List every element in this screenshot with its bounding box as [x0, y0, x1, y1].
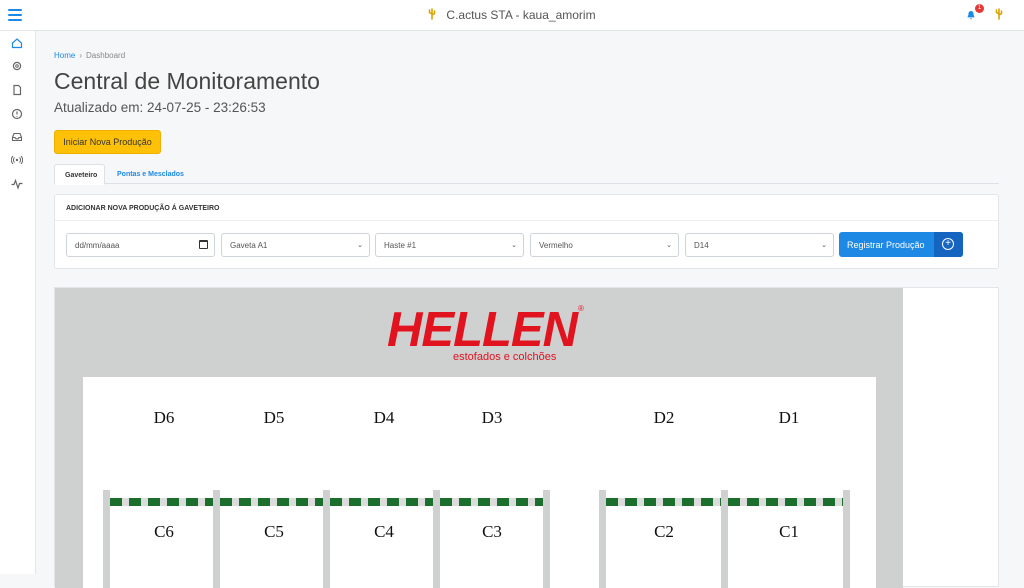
- breadcrumb-current: Dashboard: [86, 51, 126, 60]
- notification-badge: 1: [975, 4, 984, 13]
- slot-label-d3[interactable]: D3: [472, 408, 512, 428]
- document-icon[interactable]: [11, 84, 23, 96]
- start-production-button[interactable]: Iniciar Nova Produção: [54, 130, 161, 154]
- slot-label-d4[interactable]: D4: [364, 408, 404, 428]
- rack-post: [543, 490, 550, 588]
- slot-label-c1[interactable]: C1: [769, 522, 809, 542]
- plus-circle-icon-wrap: +: [934, 232, 963, 257]
- sidebar: [0, 31, 36, 574]
- tab-bar: Gaveteiro Pontas e Mesclados: [54, 164, 999, 185]
- color-value: Vermelho: [539, 241, 573, 250]
- app-title: C.actus STA - kaua_amorim: [0, 8, 1024, 22]
- rack-post: [433, 490, 440, 588]
- page-title: Central de Monitoramento: [54, 68, 320, 94]
- warehouse-floor: D6 D5 D4 D3 D2 D1 C6 C5 C4 C3 C2 C1: [83, 377, 876, 588]
- top-navbar: C.actus STA - kaua_amorim 1: [0, 0, 1024, 31]
- bell-icon[interactable]: [966, 10, 976, 20]
- user-avatar-icon[interactable]: [995, 8, 1003, 20]
- breadcrumb-separator: ›: [79, 51, 83, 60]
- hellen-tagline: estofados e colchões: [453, 351, 557, 363]
- slot-label-c6[interactable]: C6: [144, 522, 184, 542]
- info-icon[interactable]: [11, 108, 23, 120]
- rail-c5[interactable]: [220, 498, 323, 506]
- slot-label-c5[interactable]: C5: [254, 522, 294, 542]
- gaveta-value: Gaveta A1: [230, 241, 268, 250]
- settings-icon[interactable]: [11, 60, 23, 72]
- rack-post: [213, 490, 220, 588]
- rack-post: [599, 490, 606, 588]
- slot-label-c3[interactable]: C3: [472, 522, 512, 542]
- rack-post: [323, 490, 330, 588]
- hellen-logo: HELLEN: [387, 303, 578, 357]
- chevron-down-icon: ⌄: [666, 242, 672, 249]
- broadcast-icon[interactable]: [11, 154, 23, 166]
- color-select[interactable]: Vermelho ⌄: [530, 233, 679, 257]
- slot-label-d6[interactable]: D6: [144, 408, 184, 428]
- inbox-icon[interactable]: [11, 131, 23, 143]
- main-content: Home › Dashboard Central de Monitoramento …: [37, 31, 1017, 588]
- rail-c6[interactable]: [110, 498, 213, 506]
- density-value: D14: [694, 241, 709, 250]
- gaveta-select[interactable]: Gaveta A1 ⌄: [221, 233, 370, 257]
- registered-mark: ®: [578, 304, 584, 313]
- slot-label-d5[interactable]: D5: [254, 408, 294, 428]
- rail-c3[interactable]: [440, 498, 543, 506]
- rail-c2[interactable]: [606, 498, 721, 506]
- last-updated-text: Atualizado em: 24-07-25 - 23:26:53: [54, 100, 266, 115]
- register-production-label: Registrar Produção: [847, 240, 925, 250]
- chevron-down-icon: ⌄: [357, 242, 363, 249]
- register-production-button[interactable]: Registrar Produção +: [839, 232, 963, 257]
- haste-select[interactable]: Haste #1 ⌄: [375, 233, 524, 257]
- cactus-logo-icon: [429, 8, 436, 20]
- rack-post: [721, 490, 728, 588]
- slot-label-d1[interactable]: D1: [769, 408, 809, 428]
- breadcrumb: Home › Dashboard: [54, 51, 125, 60]
- slot-label-d2[interactable]: D2: [644, 408, 684, 428]
- plus-circle-icon: +: [942, 238, 954, 250]
- tab-pontas-mesclados[interactable]: Pontas e Mesclados: [107, 164, 194, 185]
- chevron-down-icon: ⌄: [511, 242, 517, 249]
- rail-c4[interactable]: [330, 498, 433, 506]
- date-placeholder: dd/mm/aaaa: [75, 241, 120, 250]
- rack-post: [843, 490, 850, 588]
- chevron-down-icon: ⌄: [821, 242, 827, 249]
- home-icon[interactable]: [11, 37, 23, 49]
- density-select[interactable]: D14 ⌄: [685, 233, 834, 257]
- calendar-icon[interactable]: [199, 240, 208, 249]
- rack-post: [103, 490, 110, 588]
- activity-icon[interactable]: [11, 178, 23, 190]
- rail-c1[interactable]: [728, 498, 843, 506]
- date-input[interactable]: dd/mm/aaaa: [66, 233, 215, 257]
- warehouse-map: HELLEN ® estofados e colchões D6 D5 D4 D…: [55, 288, 903, 588]
- breadcrumb-home-link[interactable]: Home: [54, 51, 75, 60]
- panel-heading: ADICIONAR NOVA PRODUÇÃO Á GAVETEIRO: [55, 195, 998, 221]
- slot-label-c4[interactable]: C4: [364, 522, 404, 542]
- slot-label-c2[interactable]: C2: [644, 522, 684, 542]
- haste-value: Haste #1: [384, 241, 417, 250]
- tab-gaveteiro[interactable]: Gaveteiro: [54, 164, 105, 185]
- add-production-panel: ADICIONAR NOVA PRODUÇÃO Á GAVETEIRO dd/m…: [54, 194, 999, 269]
- warehouse-map-card: HELLEN ® estofados e colchões D6 D5 D4 D…: [54, 287, 999, 588]
